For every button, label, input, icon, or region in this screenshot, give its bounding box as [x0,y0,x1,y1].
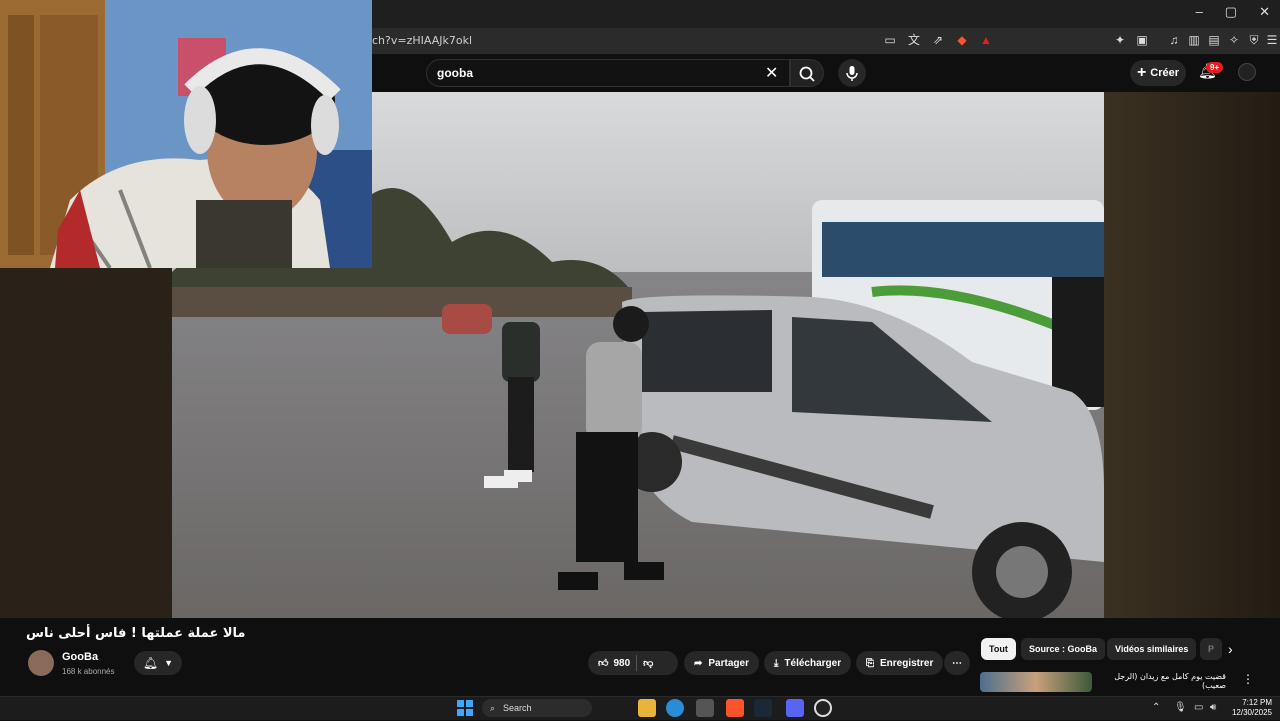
leo-icon[interactable]: ✧ [1226,32,1242,48]
wallet-icon[interactable]: ▤ [1206,32,1222,48]
kebab-menu-icon[interactable]: ⋮ [1242,672,1254,686]
brave-shield-icon[interactable]: ◆ [954,32,970,48]
like-count: 980 [613,657,631,669]
divider [636,655,638,671]
taskbar-search-label: Search [503,703,532,713]
chevron-up-icon[interactable]: ⌃ [1152,702,1160,713]
more-icon: ⋯ [952,657,962,669]
subscribed-button[interactable]: 🔔︎ ▼ [134,651,182,675]
sidebar-icon[interactable]: ▥ [1186,32,1202,48]
recommendation-title[interactable]: قضيت يوم كامل مع زيدان (الرجل صعيب) [1096,672,1226,690]
download-button[interactable]: ⤓ Télécharger [764,651,852,675]
channel-name[interactable]: GooBa [62,651,98,663]
url-text[interactable]: ch?v=zHIAAJk7okl [372,34,472,47]
notification-badge: 9+ [1206,62,1224,73]
like-dislike-group: 👍︎ 980 👎︎ [588,651,678,675]
cast-icon[interactable]: ▭ [882,32,898,48]
mic-icon [846,66,858,81]
chip-source[interactable]: Source : GooBa [1021,638,1106,660]
webcam-overlay [0,0,372,268]
file-explorer-icon[interactable] [638,699,656,717]
search-input[interactable]: gooba ✕ [426,59,790,87]
thumbs-up-icon: 👍︎ [598,658,609,669]
clear-icon[interactable]: ✕ [765,63,778,83]
taskbar-search[interactable]: ⌕ Search [482,699,592,717]
steam-icon[interactable] [754,699,772,717]
subscriber-count: 168 k abonnés [62,667,115,676]
chip-related[interactable]: Vidéos similaires [1107,638,1197,660]
account-avatar[interactable] [1238,63,1256,81]
volume-icon[interactable]: 🔊︎ [1210,702,1216,713]
like-button[interactable]: 👍︎ 980 [598,657,631,670]
close-button[interactable]: ✕ [1259,4,1270,20]
store-icon[interactable] [696,699,714,717]
clock-time: 7:12 PM [1242,698,1272,707]
edge-icon[interactable] [666,699,684,717]
mic-tray-icon[interactable]: 🎙︎ [1174,702,1187,713]
dislike-button[interactable]: 👎︎ [643,657,653,669]
tab-icon[interactable]: ▣ [1134,32,1150,48]
search-icon [799,66,815,82]
channel-avatar[interactable] [28,650,54,676]
save-label: Enregistrer [880,657,934,669]
bell-icon: 🔔︎ [142,656,159,670]
save-button[interactable]: ⎘ Enregistrer [856,651,944,675]
vpn-icon[interactable]: ⛨ [1246,32,1262,48]
voice-search-button[interactable] [838,59,866,87]
windows-start-icon[interactable] [457,700,473,716]
taskbar-clock[interactable]: 7:12 PM 12/30/2025 [1232,698,1272,718]
obs-icon[interactable] [814,699,832,717]
menu-icon[interactable]: ☰ [1264,32,1280,48]
share-button[interactable]: ➦ Partager [684,651,759,675]
video-title: مالا عملة عملتها ! فاس أحلى ناس [26,626,246,641]
window-controls: – ▢ ✕ [1196,4,1270,20]
plus-icon: + [1136,64,1147,81]
share-icon: ➦ [694,657,703,669]
translate-icon[interactable]: 文 [906,32,922,48]
player-side-blur [1104,92,1280,618]
share-icon[interactable]: ⇗ [930,32,946,48]
download-icon: ⤓ [774,657,779,669]
search-icon: ⌕ [490,702,496,713]
search-button[interactable] [790,59,824,87]
discord-icon[interactable] [786,699,804,717]
recommendation-thumbnail[interactable] [980,672,1092,692]
download-label: Télécharger [784,657,842,669]
chevron-down-icon: ▼ [164,658,174,668]
thumbs-down-icon: 👎︎ [643,658,654,669]
maximize-button[interactable]: ▢ [1225,4,1237,20]
brave-icon[interactable] [726,699,744,717]
chip-more[interactable]: P [1200,638,1222,660]
search-value: gooba [437,66,473,80]
more-actions-button[interactable]: ⋯ [944,651,970,675]
clock-date: 12/30/2025 [1231,708,1272,717]
chevron-right-icon[interactable]: › [1228,641,1233,657]
create-label: Créer [1150,67,1180,79]
create-button[interactable]: + Créer [1130,60,1186,86]
bookmark-icon: ⎘ [866,657,874,669]
minimize-button[interactable]: – [1196,4,1203,20]
music-icon[interactable]: ♫ [1166,32,1182,48]
share-label: Partager [708,657,749,669]
brave-rewards-icon[interactable]: ▲ [978,32,994,48]
network-icon[interactable]: ▭ [1194,702,1203,713]
chip-all[interactable]: Tout [981,638,1016,660]
webcam-frame [0,0,372,268]
extensions-icon[interactable]: ✦ [1112,32,1128,48]
